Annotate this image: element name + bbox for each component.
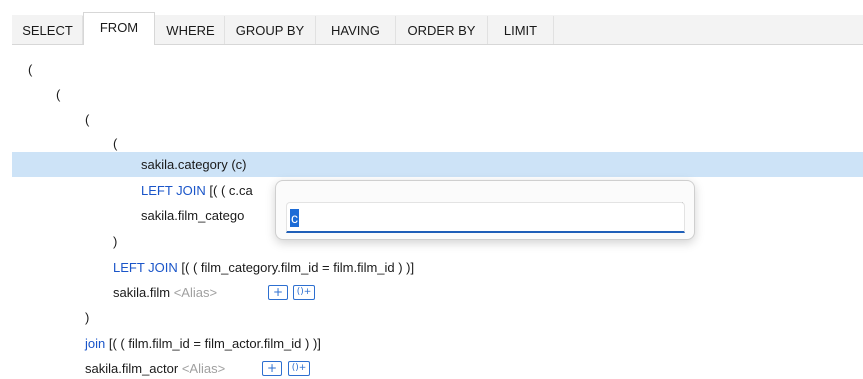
tab-limit[interactable]: LIMIT [488,16,554,44]
tab-having[interactable]: HAVING [316,16,396,44]
alias-input[interactable]: c [286,202,685,233]
join-condition[interactable]: [( ( c.ca [209,183,252,198]
alias-placeholder[interactable]: <Alias> [174,285,217,300]
table-row-film[interactable]: sakila.film <Alias> + ()+ [113,285,373,303]
table-name[interactable]: sakila.film_catego [141,208,244,223]
paren-close: ) [113,234,118,249]
paren-open: ( [113,136,118,151]
table-row-film-category[interactable]: sakila.film_catego [141,208,244,224]
join-row[interactable]: LEFT JOIN [( ( c.ca [141,183,253,199]
join-row[interactable]: LEFT JOIN [( ( film_category.film_id = f… [113,260,414,276]
join-condition[interactable]: [( ( film.film_id = film_actor.film_id )… [109,336,321,351]
join-condition[interactable]: [( ( film_category.film_id = film.film_i… [181,260,414,275]
alias-input-selected-text[interactable]: c [290,209,299,227]
add-group-button[interactable]: ()+ [293,285,315,300]
add-group-button[interactable]: ()+ [288,361,310,376]
clause-tab-bar: SELECT FROM WHERE GROUP BY HAVING ORDER … [0,0,863,45]
table-row-category[interactable]: sakila.category (c) [141,157,247,173]
join-type-link[interactable]: join [85,336,105,351]
tab-from[interactable]: FROM [83,12,155,45]
tab-group-by[interactable]: GROUP BY [225,16,316,44]
tab-where[interactable]: WHERE [157,16,225,44]
alias-placeholder[interactable]: <Alias> [182,361,225,376]
table-alias[interactable]: (c) [231,157,246,172]
paren-open: ( [28,62,33,77]
paren-close: ) [85,310,90,325]
join-type-link[interactable]: LEFT JOIN [113,260,178,275]
add-button[interactable]: + [268,285,288,300]
table-row-film-actor[interactable]: sakila.film_actor <Alias> + ()+ [85,361,385,379]
selected-row-highlight [12,152,863,177]
join-type-link[interactable]: LEFT JOIN [141,183,206,198]
table-name[interactable]: sakila.film_actor [85,361,178,376]
tab-order-by[interactable]: ORDER BY [396,16,488,44]
tab-select[interactable]: SELECT [13,16,83,44]
table-name[interactable]: sakila.category [141,157,228,172]
add-button[interactable]: + [262,361,282,376]
paren-open: ( [85,112,90,127]
table-name[interactable]: sakila.film [113,285,170,300]
alias-edit-popup: c [275,180,695,240]
paren-open: ( [56,87,61,102]
join-row[interactable]: join [( ( film.film_id = film_actor.film… [85,336,321,352]
